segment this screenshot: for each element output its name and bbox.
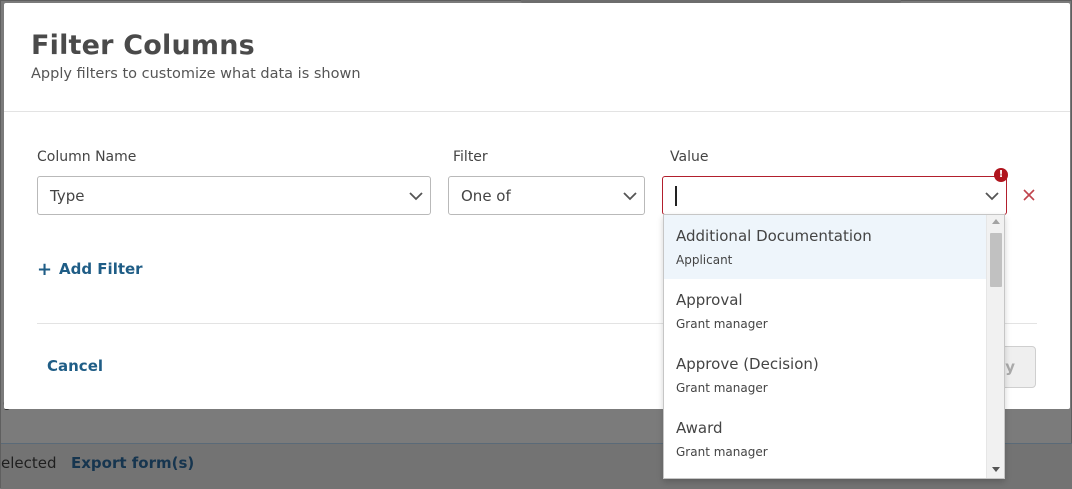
column-name-label: Column Name xyxy=(37,149,137,165)
value-dropdown-list[interactable]: Additional Documentation Applicant Appro… xyxy=(663,214,1005,479)
option-title: Additional Documentation xyxy=(676,227,872,245)
option-subtitle: Grant manager xyxy=(676,381,768,395)
column-name-selected: Type xyxy=(50,187,85,205)
option-subtitle: Grant manager xyxy=(676,317,768,331)
apply-button-label: y xyxy=(1005,358,1015,376)
dropdown-option[interactable]: Award Grant manager xyxy=(664,407,986,471)
header-divider xyxy=(4,111,1070,112)
scroll-down-icon[interactable] xyxy=(992,467,1000,472)
dropdown-option[interactable]: Additional Documentation Applicant xyxy=(664,215,986,279)
chevron-down-icon xyxy=(409,192,423,201)
remove-filter-icon[interactable] xyxy=(1021,187,1037,203)
chevron-down-icon xyxy=(985,192,999,201)
option-subtitle: Grant manager xyxy=(676,445,768,459)
chevron-down-icon xyxy=(623,192,637,201)
dropdown-option[interactable]: Approval Grant manager xyxy=(664,279,986,343)
value-combobox[interactable] xyxy=(662,176,1007,215)
option-title: Approval xyxy=(676,291,743,309)
option-title: Approve (Decision) xyxy=(676,355,819,373)
filter-label: Filter xyxy=(453,149,488,165)
background-export-link[interactable]: Export form(s) xyxy=(71,454,194,472)
scrollbar-thumb[interactable] xyxy=(990,233,1002,287)
add-filter-button[interactable]: + Add Filter xyxy=(37,259,143,280)
add-filter-label: Add Filter xyxy=(59,260,143,278)
option-title: Award xyxy=(676,419,723,437)
column-name-select[interactable]: Type xyxy=(37,176,431,215)
option-subtitle: Applicant xyxy=(676,253,733,267)
dialog-subtitle: Apply filters to customize what data is … xyxy=(31,66,361,82)
scroll-up-icon[interactable] xyxy=(992,219,1000,224)
error-icon: ! xyxy=(994,168,1008,182)
dialog-title: Filter Columns xyxy=(31,30,255,61)
filter-operator-selected: One of xyxy=(461,187,511,205)
dropdown-option[interactable]: Approve (Decision) Grant manager xyxy=(664,343,986,407)
filter-operator-select[interactable]: One of xyxy=(448,176,645,215)
plus-icon: + xyxy=(37,259,53,280)
dropdown-scrollbar[interactable] xyxy=(986,215,1004,478)
text-cursor xyxy=(675,186,677,206)
value-label: Value xyxy=(670,149,709,165)
cancel-button[interactable]: Cancel xyxy=(47,357,103,375)
background-selected-count: elected xyxy=(1,454,57,472)
